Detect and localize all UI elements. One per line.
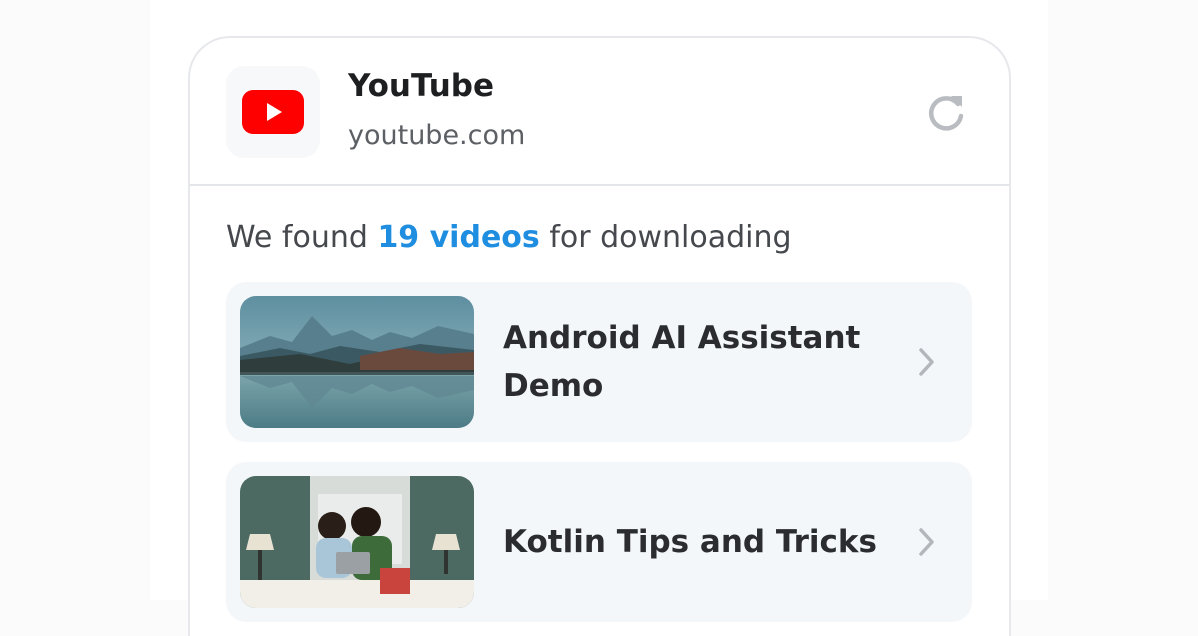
site-url: youtube.com: [348, 120, 526, 151]
video-title: Android AI Assistant Demo: [503, 320, 861, 404]
video-count: 19 videos: [377, 220, 540, 255]
video-title: Kotlin Tips and Tricks: [503, 524, 877, 560]
summary-suffix: for downloading: [549, 220, 792, 255]
results-summary: We found 19 videos for downloading: [226, 220, 792, 255]
site-icon-tile: [226, 66, 320, 158]
refresh-button[interactable]: [922, 88, 970, 136]
youtube-logo-icon: [242, 90, 304, 134]
video-list-item[interactable]: Android AI Assistant Demo: [226, 282, 972, 442]
chevron-right-icon: [914, 525, 938, 559]
mountain-lake-thumbnail: [240, 296, 474, 428]
downloader-card: YouTube youtube.com We found 19 videos f…: [188, 36, 1011, 636]
summary-prefix: We found: [226, 220, 368, 255]
video-thumbnail: [240, 476, 474, 608]
people-with-laptop-thumbnail: [240, 476, 474, 608]
video-thumbnail: [240, 296, 474, 428]
refresh-icon: [929, 96, 964, 131]
page-background: YouTube youtube.com We found 19 videos f…: [150, 0, 1048, 636]
site-header: YouTube youtube.com: [190, 38, 1009, 186]
chevron-right-icon: [914, 345, 938, 379]
video-list-item[interactable]: Kotlin Tips and Tricks: [226, 462, 972, 622]
site-title: YouTube: [348, 68, 494, 104]
